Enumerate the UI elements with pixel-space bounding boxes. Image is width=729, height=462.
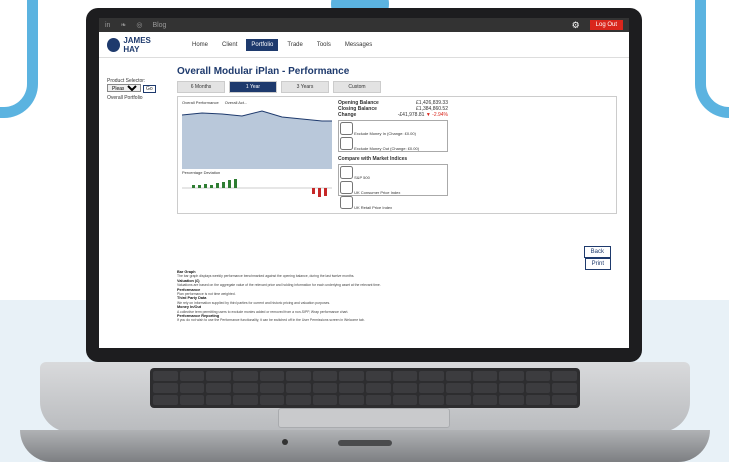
tab-1-year[interactable]: 1 Year — [229, 81, 277, 93]
decor-left — [0, 0, 38, 118]
laptop-front — [20, 430, 710, 462]
indicator-light — [282, 439, 288, 445]
tab-6-months[interactable]: 6 Months — [177, 81, 225, 93]
back-button[interactable]: Back — [583, 246, 611, 258]
logout-button[interactable]: Log Out — [589, 20, 623, 30]
header: JAMES HAY Home Client Portfolio Trade To… — [99, 32, 629, 58]
performance-chart: Overall Performance Overall Act... Perce… — [181, 100, 332, 202]
print-button[interactable]: Print — [584, 258, 611, 270]
legend-overall-actual: Overall Act... — [224, 100, 248, 105]
logo-text: JAMES HAY — [123, 35, 151, 54]
nav-trade[interactable]: Trade — [282, 39, 307, 51]
nav-portfolio[interactable]: Portfolio — [246, 38, 279, 51]
note-valuation: Valuation (£) Valuations are based on the… — [177, 278, 381, 288]
gear-icon[interactable]: ⚙ — [572, 20, 580, 31]
area-chart — [181, 110, 332, 169]
exclude-money-in-checkbox[interactable] — [340, 122, 353, 135]
top-bar: in ❧ ◎ Blog ⚙ Log Out — [99, 18, 629, 32]
change-label: Change — [338, 112, 357, 118]
sp500-label: S&P 500 — [354, 175, 370, 180]
exclude-money-out-checkbox[interactable] — [340, 137, 353, 150]
blog-link[interactable]: Blog — [152, 22, 166, 29]
note-bar-graph: Bar Graph The bar graph displays weekly p… — [177, 270, 355, 279]
logo[interactable]: JAMES HAY — [107, 36, 167, 54]
tab-3-years[interactable]: 3 Years — [281, 81, 329, 93]
change-pct: -2.94% — [432, 112, 448, 118]
legend-overall-performance: Overall Performance — [182, 100, 219, 105]
uk-cpi-label: UK Consumer Price Index — [354, 190, 401, 195]
compare-title: Compare with Market Indices — [338, 156, 408, 162]
product-item[interactable]: Overall Portfolio — [107, 95, 167, 101]
main-content: Overall Modular iPlan - Performance 6 Mo… — [177, 66, 617, 214]
summary-panel: Opening Balance £1,426,839.33 Closing Bal… — [338, 100, 448, 210]
uk-rpi-label: UK Retail Price Index — [354, 205, 393, 210]
page-title: Overall Modular iPlan - Performance — [177, 66, 350, 77]
compare-list: S&P 500 UK Consumer Price Index UK Retai… — [338, 164, 448, 210]
globe-icon[interactable]: ◎ — [136, 21, 142, 29]
product-select[interactable]: Please select — [107, 84, 141, 92]
notes-section: Bar Graph The bar graph displays weekly p… — [177, 270, 617, 323]
nav-tools[interactable]: Tools — [312, 39, 336, 51]
keyboard — [150, 368, 580, 408]
linkedin-icon[interactable]: in — [105, 22, 110, 29]
note-third-party: Third Party Data We rely on information s… — [177, 296, 331, 305]
tab-custom[interactable]: Custom — [333, 81, 381, 93]
note-money-in-out: Money In/Out A collective term permitting… — [177, 305, 349, 314]
product-selector: Product Selector: Please selectGo Overal… — [107, 78, 167, 101]
note-reporting: Performance Reporting If you do not wish … — [177, 314, 365, 323]
note-performance: Performance Plan performance is not time … — [177, 287, 236, 297]
decor-right — [695, 0, 729, 118]
nav-client[interactable]: Client — [217, 39, 242, 51]
go-button[interactable]: Go — [143, 85, 156, 93]
main-nav: Home Client Portfolio Trade Tools Messag… — [187, 38, 377, 51]
nav-home[interactable]: Home — [187, 39, 213, 51]
compare-section: Compare with Market Indices S&P 500 UK C… — [338, 156, 448, 210]
deviation-chart — [182, 179, 332, 197]
exclude-out-label: Exclude Money Out (Change: £0.00) — [354, 146, 420, 151]
logo-mark-icon — [107, 37, 121, 52]
chart-legend: Overall Performance Overall Act... — [182, 100, 332, 105]
laptop-slot — [338, 440, 392, 446]
performance-panel: Overall Performance Overall Act... Perce… — [177, 96, 617, 214]
exclude-in-label: Exclude Money In (Change: £0.00) — [354, 131, 416, 136]
change-value: -£41,978.81 — [397, 112, 425, 118]
twitter-icon[interactable]: ❧ — [120, 21, 126, 29]
down-arrow-icon: ▼ — [425, 112, 431, 118]
uk-rpi-checkbox[interactable] — [340, 196, 353, 209]
period-tabs: 6 Months 1 Year 3 Years Custom — [177, 81, 617, 93]
nav-messages[interactable]: Messages — [340, 39, 377, 51]
deviation-bars — [192, 179, 237, 188]
options-box: Exclude Money In (Change: £0.00) Exclude… — [338, 120, 448, 152]
laptop-screen: in ❧ ◎ Blog ⚙ Log Out JAMES HAY Home Cli… — [99, 18, 629, 348]
sp500-checkbox[interactable] — [340, 166, 353, 179]
touchpad — [278, 408, 450, 428]
uk-cpi-checkbox[interactable] — [340, 181, 353, 194]
